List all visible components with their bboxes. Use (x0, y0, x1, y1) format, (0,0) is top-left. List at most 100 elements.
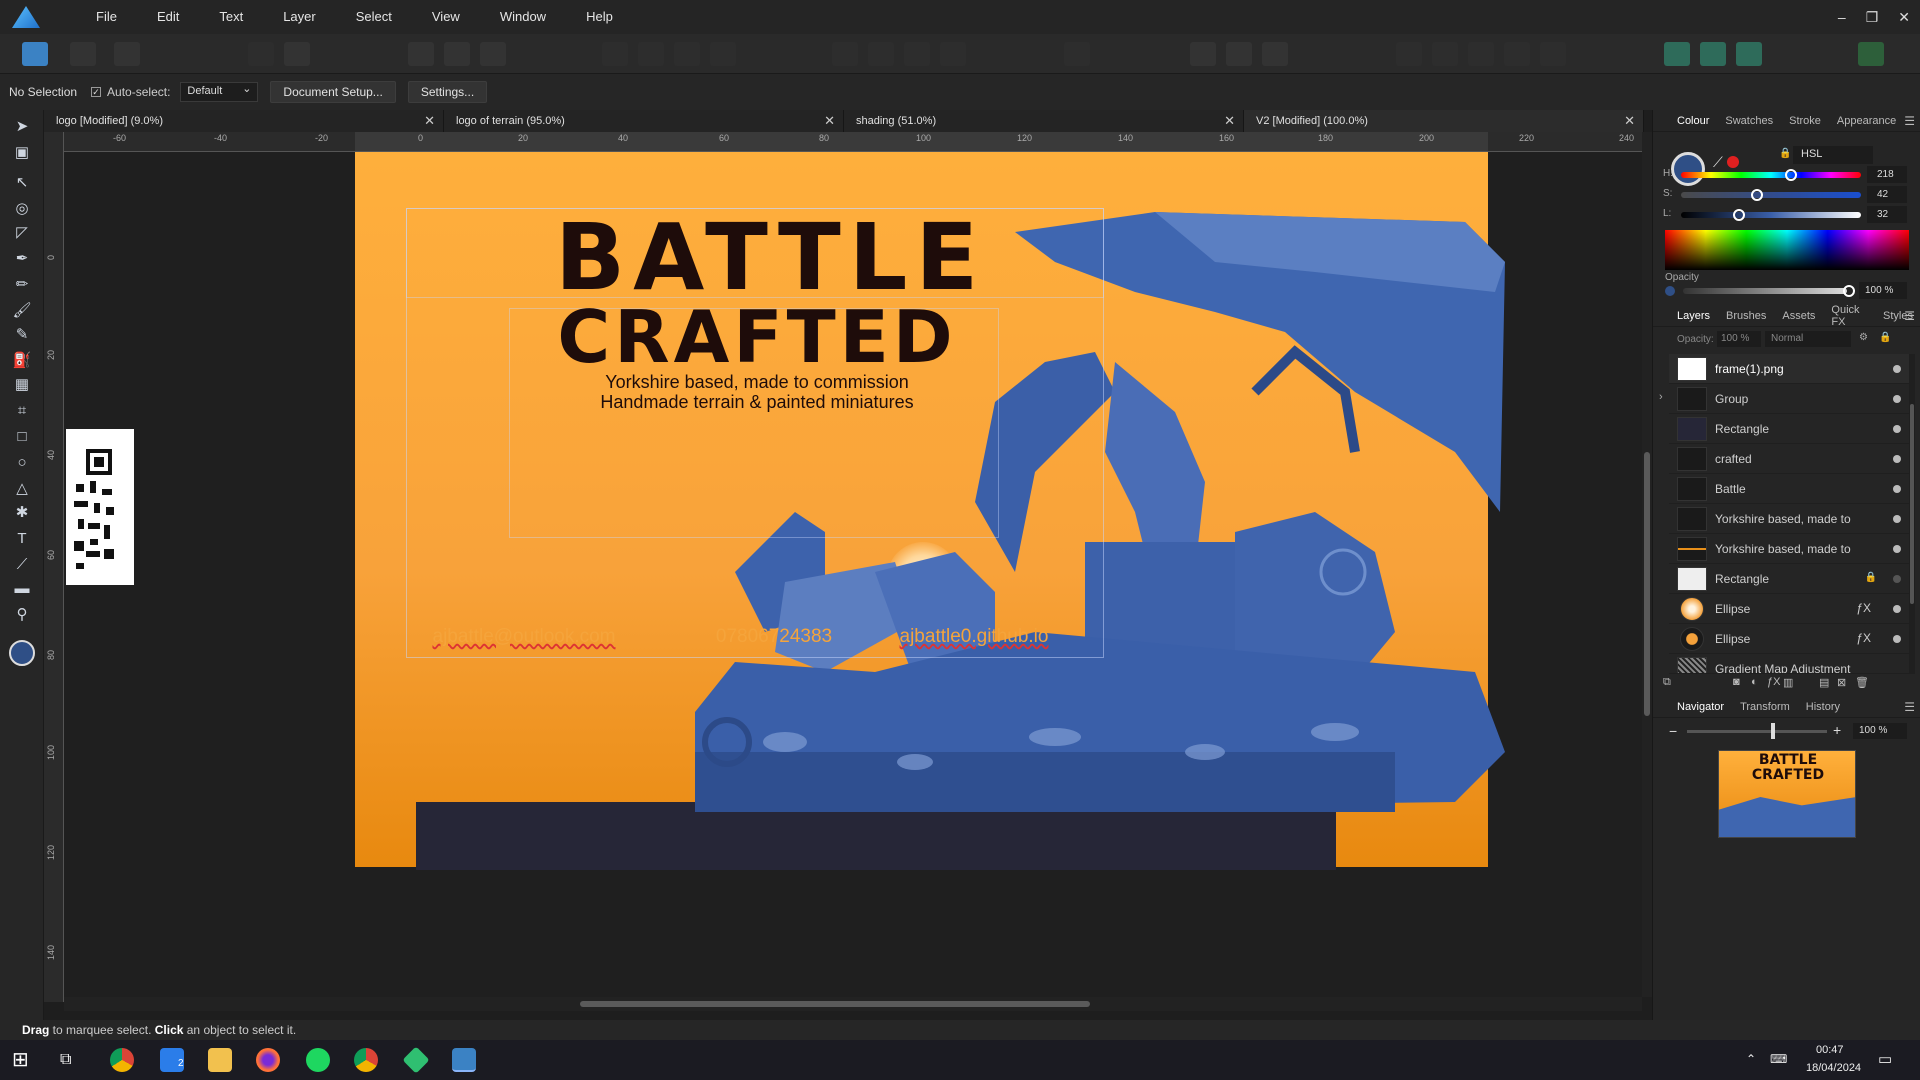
tab-brushes[interactable]: Brushes (1718, 310, 1774, 322)
move-tool-icon[interactable]: ➤ (11, 116, 33, 138)
artboard-tool-icon[interactable]: ▣ (11, 142, 33, 164)
zoom-tool-icon[interactable]: ⚲ (11, 604, 33, 626)
add-layer-icon[interactable]: ▤ (1819, 676, 1829, 689)
zoom-slider[interactable] (1687, 730, 1827, 733)
tab-transform[interactable]: Transform (1732, 701, 1798, 713)
layer-opacity-field[interactable]: 100 % (1717, 331, 1761, 347)
opacity-knob[interactable] (1843, 285, 1855, 297)
node-tool-icon[interactable]: ↖ (11, 172, 33, 194)
tray-chevron-icon[interactable]: ⌃ (1746, 1052, 1756, 1066)
text-tool-icon[interactable]: T (11, 528, 33, 550)
layer-row[interactable]: Ellipse ƒX (1669, 624, 1909, 654)
tab-navigator[interactable]: Navigator (1653, 701, 1732, 713)
layer-row[interactable]: Ellipse ƒX (1669, 594, 1909, 624)
align-left-icon[interactable] (408, 42, 434, 66)
poster-email[interactable]: ajbattle@outlook.com (404, 626, 644, 648)
pixel-persona-icon[interactable] (70, 42, 96, 66)
tab-logo[interactable]: logo [Modified] (9.0%) ✕ (44, 110, 444, 132)
git-client-icon[interactable] (402, 1046, 430, 1074)
saturation-slider[interactable]: S: 42 (1663, 186, 1913, 203)
pen-tool-icon[interactable]: ✒ (11, 248, 33, 270)
recent-colour-swatch[interactable] (1727, 156, 1739, 168)
arrange-front-icon[interactable] (710, 42, 736, 66)
tab-logo-of-terrain[interactable]: logo of terrain (95.0%) ✕ (444, 110, 844, 132)
visibility-icon[interactable] (1893, 455, 1901, 463)
lightness-slider[interactable]: L: 32 (1663, 206, 1913, 223)
export-persona-icon[interactable] (114, 42, 140, 66)
personas-chat-icon[interactable] (1664, 42, 1690, 66)
poster-website[interactable]: ajbattle0.github.io (864, 626, 1084, 648)
tab-appearance[interactable]: Appearance (1829, 115, 1904, 127)
visibility-icon[interactable] (1893, 605, 1901, 613)
tab-assets[interactable]: Assets (1774, 310, 1823, 322)
qr-code-image[interactable] (66, 429, 134, 585)
brush-tool-icon[interactable]: 🖌 (11, 300, 33, 322)
auto-select-checkbox[interactable]: ✓ Auto-select: (91, 85, 170, 99)
lightness-value[interactable]: 32 (1867, 206, 1907, 223)
menu-help[interactable]: Help (566, 0, 633, 34)
clock-date[interactable]: 18/04/2024 (1806, 1062, 1861, 1074)
spotify-icon[interactable] (306, 1048, 330, 1072)
layer-settings-icon[interactable]: ⚙ (1859, 332, 1868, 343)
place-image-icon[interactable]: ▦ (11, 374, 33, 396)
layers-scrollbar[interactable] (1909, 354, 1915, 674)
triangle-tool-icon[interactable]: △ (11, 478, 33, 500)
snapping-icon[interactable] (248, 42, 274, 66)
menu-file[interactable]: File (62, 0, 137, 34)
hue-slider[interactable]: H: 218 (1663, 166, 1913, 183)
colour-mode-dropdown[interactable]: HSL (1793, 146, 1873, 164)
layer-lock-icon[interactable]: 🔒 (1865, 572, 1877, 583)
vertical-scrollbar[interactable] (1642, 132, 1652, 997)
horizontal-scrollbar[interactable] (64, 997, 1642, 1011)
layer-row[interactable]: frame(1).png (1669, 354, 1909, 384)
close-button[interactable]: ✕ (1898, 9, 1910, 26)
restore-button[interactable]: ❐ (1866, 9, 1879, 26)
designer-persona-icon[interactable] (22, 42, 48, 66)
file-explorer-icon[interactable] (208, 1048, 232, 1072)
crop-tool-icon[interactable]: ⌗ (11, 400, 33, 422)
group-icon[interactable]: ⊠ (1837, 676, 1846, 689)
settings-gear-icon[interactable] (284, 42, 310, 66)
poster-phone[interactable]: 07806724383 (664, 626, 884, 648)
close-tab-icon[interactable]: ✕ (424, 110, 435, 132)
menu-edit[interactable]: Edit (137, 0, 199, 34)
tab-history[interactable]: History (1798, 701, 1848, 713)
expand-chevron-icon[interactable]: › (1659, 391, 1663, 403)
menu-view[interactable]: View (412, 0, 480, 34)
menu-select[interactable]: Select (336, 0, 412, 34)
opacity-slider[interactable] (1683, 288, 1847, 294)
lock-icon[interactable]: 🔒 (1779, 148, 1791, 159)
layer-row[interactable]: Yorkshire based, made to (1669, 534, 1909, 564)
poster-tagline-2[interactable]: Handmade terrain & painted miniatures (555, 392, 959, 412)
pencil-tool-icon[interactable]: ✏ (11, 274, 33, 296)
keyboard-icon[interactable]: ⌨ (1770, 1052, 1787, 1066)
visibility-icon[interactable] (1893, 515, 1901, 523)
boolean-add-icon[interactable] (1396, 42, 1422, 66)
blend-mode-dropdown[interactable]: Normal (1765, 331, 1851, 347)
clock-time[interactable]: 00:47 (1816, 1044, 1844, 1056)
arrange-icon[interactable] (602, 42, 628, 66)
zoom-knob[interactable] (1771, 723, 1775, 739)
menu-layer[interactable]: Layer (263, 0, 336, 34)
navigator-preview[interactable]: BATTLE CRAFTED (1718, 750, 1856, 838)
layer-row[interactable]: Battle (1669, 474, 1909, 504)
boolean-subtract-icon[interactable] (1432, 42, 1458, 66)
layer-row[interactable]: › Group (1659, 384, 1909, 414)
affinity-app-icon[interactable] (12, 6, 40, 28)
fx-icon[interactable]: ƒX (1856, 631, 1871, 645)
layer-row[interactable]: Rectangle (1669, 414, 1909, 444)
arrange-back-icon[interactable] (638, 42, 664, 66)
boolean-divide-icon[interactable] (1540, 42, 1566, 66)
shape-tool-icon[interactable]: ✱ (11, 502, 33, 524)
saturation-value[interactable]: 42 (1867, 186, 1907, 203)
zoom-in-icon[interactable]: + (1833, 722, 1841, 738)
minimize-button[interactable]: – (1838, 9, 1846, 25)
paint-bucket-icon[interactable]: ⛽ (11, 350, 33, 372)
rectangle-tool-icon[interactable]: □ (11, 426, 33, 448)
corner-tool-icon[interactable]: ◸ (11, 222, 33, 244)
chrome-profile-icon[interactable] (354, 1048, 378, 1072)
tab-v2[interactable]: V2 [Modified] (100.0%) ✕ (1244, 110, 1644, 132)
mask-icon[interactable]: ◙ (1733, 676, 1740, 688)
todo-icon[interactable]: 2 (160, 1048, 184, 1072)
visibility-icon[interactable] (1893, 395, 1901, 403)
